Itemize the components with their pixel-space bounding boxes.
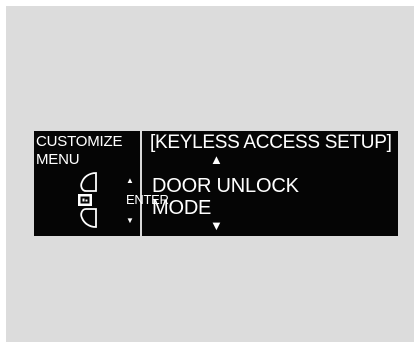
scroll-down-arrow: ▼: [210, 218, 223, 233]
selector-control: ▲ ENTER ▼: [68, 171, 169, 233]
menu-item-line-2: MODE: [152, 197, 212, 219]
small-up-arrow: ▲: [126, 176, 134, 185]
customize-line: CUSTOMIZE: [36, 133, 123, 150]
display-screen: CUSTOMIZE MENU ▲ ENTER ▼ [KEYLESS ACCESS…: [34, 131, 398, 236]
menu-line: MENU: [36, 151, 80, 168]
menu-item: DOOR UNLOCK MODE: [152, 175, 299, 219]
scroll-up-arrow: ▲: [210, 152, 223, 167]
small-down-arrow: ▼: [126, 216, 134, 225]
customize-menu-label: CUSTOMIZE MENU: [36, 133, 122, 169]
menu-item-line-1: DOOR UNLOCK: [152, 175, 299, 197]
vertical-divider: [140, 131, 142, 236]
menu-title: [KEYLESS ACCESS SETUP]: [150, 132, 392, 153]
